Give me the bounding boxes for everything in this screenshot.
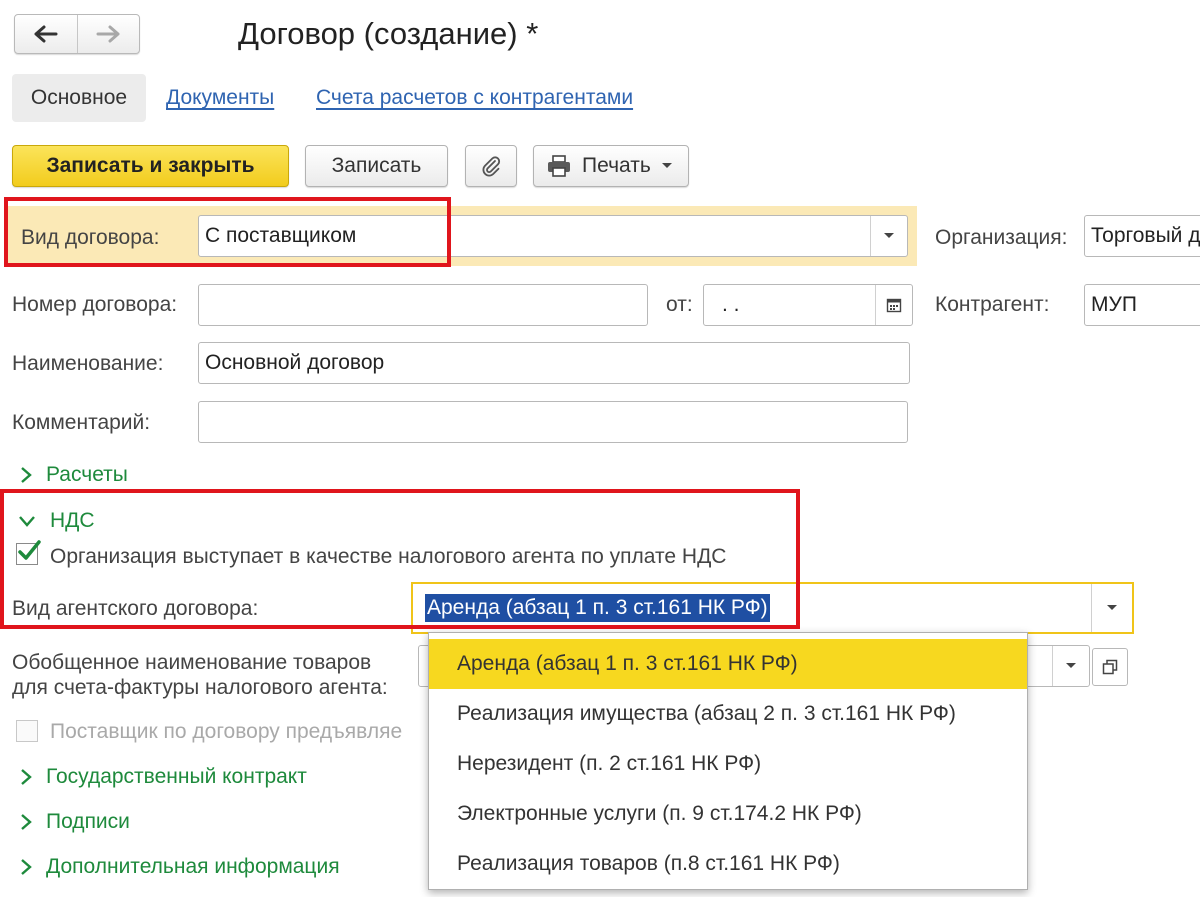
section-state-contract[interactable]: Государственный контракт xyxy=(20,765,307,789)
calendar-button[interactable] xyxy=(875,285,912,325)
supplier-checkbox-label: Поставщик по договору предъявляе xyxy=(50,720,403,743)
counterparty-value: МУП xyxy=(1091,293,1137,316)
chevron-down-icon xyxy=(661,163,672,168)
back-button[interactable] xyxy=(15,15,77,53)
goods-name-label: Обобщенное наименование товаров для счет… xyxy=(12,650,388,700)
window-title: Договор (создание) * xyxy=(238,16,539,51)
print-button[interactable]: Печать xyxy=(533,145,689,187)
tab-main[interactable]: Основное xyxy=(12,74,146,122)
contract-type-dropdown-button[interactable] xyxy=(870,216,907,256)
date-value: . . xyxy=(722,293,740,316)
red-highlight-vat-section xyxy=(0,489,800,629)
open-window-icon xyxy=(1102,659,1118,675)
goods-name-dropdown-button[interactable] xyxy=(1052,646,1089,686)
organization-value: Торговый д xyxy=(1091,224,1200,247)
red-highlight-contract-type xyxy=(4,197,451,267)
tab-documents[interactable]: Документы xyxy=(166,86,274,110)
name-label: Наименование: xyxy=(12,352,164,375)
dropdown-option[interactable]: Электронные услуги (п. 9 ст.174.2 НК РФ) xyxy=(429,789,1027,839)
section-additional-info[interactable]: Дополнительная информация xyxy=(20,855,340,879)
chevron-right-icon xyxy=(21,814,32,830)
agent-contract-type-dropdown-list: Аренда (абзац 1 п. 3 ст.161 НК РФ) Реали… xyxy=(428,632,1028,890)
section-signatures-label: Подписи xyxy=(46,810,130,833)
section-payments-label: Расчеты xyxy=(46,463,128,486)
agent-contract-type-dropdown-button[interactable] xyxy=(1091,584,1132,632)
attach-button[interactable] xyxy=(465,145,517,187)
section-state-contract-label: Государственный контракт xyxy=(46,765,307,788)
chevron-down-icon xyxy=(1066,663,1076,668)
print-label: Печать xyxy=(582,154,651,177)
comment-field[interactable] xyxy=(198,401,908,443)
name-value: Основной договор xyxy=(205,351,385,374)
date-field[interactable]: . . xyxy=(703,284,913,326)
contract-number-label: Номер договора: xyxy=(12,293,178,316)
dropdown-option[interactable]: Аренда (абзац 1 п. 3 ст.161 НК РФ) xyxy=(429,639,1027,689)
chevron-right-icon xyxy=(21,467,32,483)
chevron-right-icon xyxy=(21,859,32,875)
tab-accounts[interactable]: Счета расчетов с контрагентами xyxy=(316,86,633,110)
organization-label: Организация: xyxy=(935,226,1068,249)
dropdown-option[interactable]: Реализация товаров (п.8 ст.161 НК РФ) xyxy=(429,839,1027,889)
section-signatures[interactable]: Подписи xyxy=(20,810,130,834)
goods-name-label-line2: для счета-фактуры налогового агента: xyxy=(12,676,388,699)
chevron-right-icon xyxy=(21,769,32,785)
calendar-icon xyxy=(886,298,902,313)
chevron-down-icon xyxy=(884,233,894,238)
forward-button[interactable] xyxy=(76,15,140,53)
open-goods-name-button[interactable] xyxy=(1092,648,1128,686)
counterparty-field[interactable]: МУП xyxy=(1084,284,1200,326)
save-and-close-button[interactable]: Записать и закрыть xyxy=(12,145,289,187)
date-from-label: от: xyxy=(666,293,693,316)
history-nav xyxy=(14,14,140,54)
counterparty-label: Контрагент: xyxy=(935,293,1050,316)
organization-field[interactable]: Торговый д xyxy=(1084,215,1200,257)
save-button[interactable]: Записать xyxy=(305,145,448,187)
arrow-right-icon xyxy=(96,25,120,43)
contract-number-field[interactable] xyxy=(198,284,648,326)
supplier-checkbox[interactable] xyxy=(16,720,38,742)
dropdown-option[interactable]: Нерезидент (п. 2 ст.161 НК РФ) xyxy=(429,739,1027,789)
section-payments[interactable]: Расчеты xyxy=(20,463,128,487)
name-field[interactable]: Основной договор xyxy=(198,342,910,384)
chevron-down-icon xyxy=(1107,605,1117,610)
comment-label: Комментарий: xyxy=(12,411,151,434)
printer-icon xyxy=(548,155,570,177)
arrow-left-icon xyxy=(34,25,58,43)
dropdown-option[interactable]: Реализация имущества (абзац 2 п. 3 ст.16… xyxy=(429,689,1027,739)
section-additional-info-label: Дополнительная информация xyxy=(46,855,340,878)
paperclip-icon xyxy=(482,156,501,177)
goods-name-label-line1: Обобщенное наименование товаров xyxy=(12,651,372,674)
